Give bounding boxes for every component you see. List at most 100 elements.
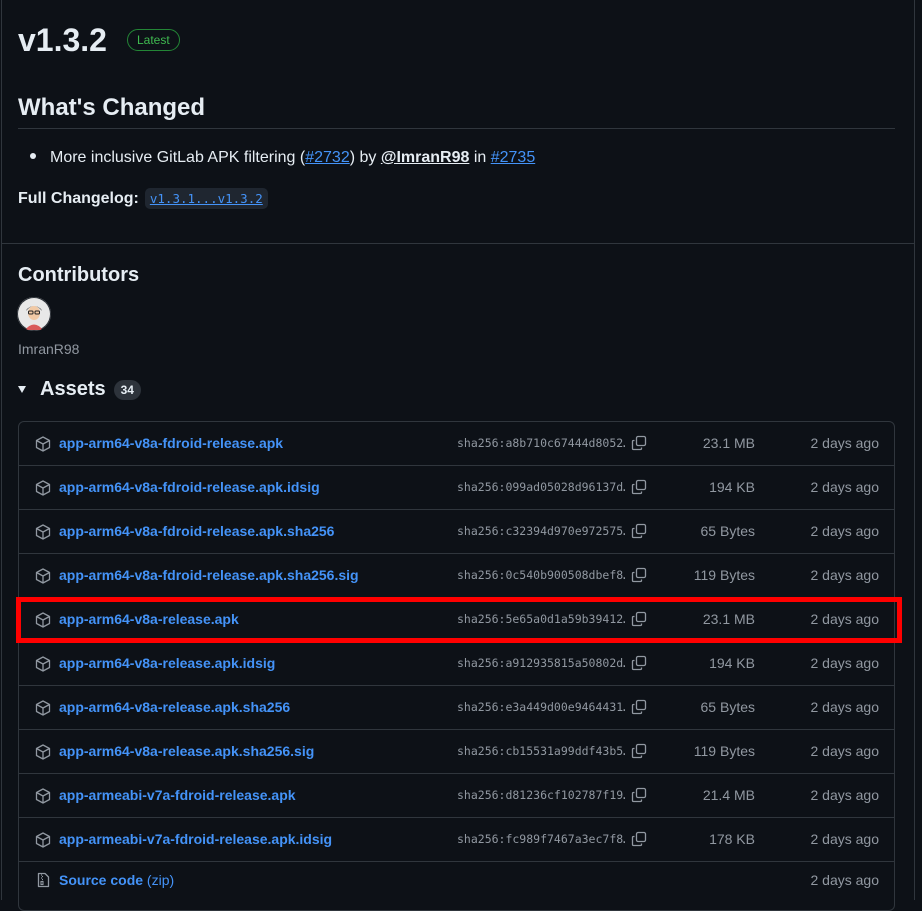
- source-code-date: 2 days ago: [810, 872, 880, 888]
- whats-changed-heading: What's Changed: [18, 94, 895, 129]
- asset-sha: sha256:0c540b900508dbef8…: [457, 568, 625, 582]
- copy-icon[interactable]: [631, 567, 647, 583]
- triangle-down-icon: [18, 386, 26, 393]
- asset-row: app-arm64-v8a-fdroid-release.apk.idsig s…: [19, 466, 894, 510]
- asset-size: 194 KB: [709, 479, 755, 495]
- asset-date: 2 days ago: [810, 479, 880, 495]
- file-zip-icon: [37, 872, 50, 888]
- asset-sha: sha256:c32394d970e972575…: [457, 524, 625, 538]
- full-changelog-link[interactable]: v1.3.1...v1.3.2: [144, 188, 268, 209]
- asset-size: 23.1 MB: [702, 435, 755, 451]
- asset-sha: sha256:a8b710c67444d8052…: [457, 436, 625, 450]
- copy-icon[interactable]: [631, 699, 647, 715]
- asset-sha: sha256:d81236cf102787f19…: [457, 788, 625, 802]
- package-icon: [35, 524, 51, 540]
- copy-icon[interactable]: [631, 655, 647, 671]
- author-link[interactable]: @ImranR98: [381, 149, 470, 166]
- asset-link[interactable]: app-arm64-v8a-fdroid-release.apk.idsig: [59, 479, 320, 495]
- asset-link[interactable]: app-armeabi-v7a-fdroid-release.apk.idsig: [59, 831, 332, 847]
- release-title-row: v1.3.2 Latest: [18, 18, 180, 62]
- change-text-in: in: [469, 149, 491, 166]
- asset-sha: sha256:a912935815a50802d…: [457, 656, 625, 670]
- asset-row: app-arm64-v8a-release.apk.sha256.sig sha…: [19, 730, 894, 774]
- avatar-icon: [17, 297, 51, 331]
- full-changelog: Full Changelog: v1.3.1...v1.3.2: [18, 188, 268, 209]
- asset-sha: sha256:e3a449d00e9464431…: [457, 700, 625, 714]
- assets-toggle[interactable]: Assets 34: [18, 378, 141, 401]
- asset-row: app-arm64-v8a-release.apk.sha256 sha256:…: [19, 686, 894, 730]
- asset-size: 119 Bytes: [693, 743, 755, 759]
- asset-date: 2 days ago: [810, 567, 880, 583]
- asset-date: 2 days ago: [810, 831, 880, 847]
- package-icon: [35, 568, 51, 584]
- pr-link[interactable]: #2732: [305, 149, 350, 166]
- contributors-heading: Contributors: [18, 264, 140, 286]
- asset-size: 65 Bytes: [700, 699, 755, 715]
- full-changelog-label: Full Changelog:: [18, 189, 139, 207]
- source-code-link[interactable]: Source code (zip): [59, 872, 174, 888]
- contributor-avatar[interactable]: [17, 297, 51, 331]
- asset-sha: sha256:099ad05028d96137d…: [457, 480, 625, 494]
- copy-icon[interactable]: [631, 523, 647, 539]
- copy-icon[interactable]: [631, 479, 647, 495]
- bullet: [30, 152, 36, 159]
- asset-date: 2 days ago: [810, 655, 880, 671]
- package-icon: [35, 788, 51, 804]
- source-code-suffix: (zip): [146, 872, 175, 888]
- package-icon: [35, 656, 51, 672]
- asset-row: app-arm64-v8a-fdroid-release.apk.sha256.…: [19, 554, 894, 598]
- section-divider: [2, 243, 914, 244]
- asset-link[interactable]: app-arm64-v8a-release.apk: [59, 611, 239, 627]
- asset-link[interactable]: app-arm64-v8a-fdroid-release.apk.sha256: [59, 523, 334, 539]
- source-code-row: Source code (zip) 2 days ago: [19, 862, 894, 898]
- assets-count-badge: 34: [113, 379, 141, 400]
- contributor-name[interactable]: ImranR98: [18, 341, 79, 357]
- asset-link[interactable]: app-arm64-v8a-release.apk.sha256: [59, 699, 290, 715]
- change-text-mid: ) by: [349, 149, 381, 166]
- asset-size: 65 Bytes: [700, 523, 755, 539]
- copy-icon[interactable]: [631, 787, 647, 803]
- assets-heading: Assets: [40, 378, 106, 400]
- package-icon: [35, 832, 51, 848]
- package-icon: [35, 744, 51, 760]
- asset-row: app-armeabi-v7a-fdroid-release.apk sha25…: [19, 774, 894, 818]
- package-icon: [35, 436, 51, 452]
- copy-icon[interactable]: [631, 611, 647, 627]
- package-icon: [35, 700, 51, 716]
- asset-sha: sha256:5e65a0d1a59b39412…: [457, 612, 625, 626]
- assets-table: app-arm64-v8a-fdroid-release.apk sha256:…: [18, 421, 895, 911]
- change-list-item: More inclusive GitLab APK filtering (#27…: [30, 149, 535, 167]
- change-text-start: More inclusive GitLab APK filtering (: [50, 149, 306, 166]
- copy-icon[interactable]: [631, 831, 647, 847]
- asset-date: 2 days ago: [810, 435, 880, 451]
- asset-sha: sha256:cb15531a99ddf43b5…: [457, 744, 625, 758]
- asset-sha: sha256:fc989f7467a3ec7f8…: [457, 832, 625, 846]
- asset-link[interactable]: app-arm64-v8a-release.apk.sha256.sig: [59, 743, 314, 759]
- asset-row: app-arm64-v8a-fdroid-release.apk sha256:…: [19, 422, 894, 466]
- asset-date: 2 days ago: [810, 787, 880, 803]
- asset-date: 2 days ago: [810, 699, 880, 715]
- asset-date: 2 days ago: [810, 523, 880, 539]
- source-code-label: Source code: [59, 872, 144, 888]
- asset-row: app-arm64-v8a-release.apk.idsig sha256:a…: [19, 642, 894, 686]
- asset-link[interactable]: app-armeabi-v7a-fdroid-release.apk: [59, 787, 296, 803]
- package-icon: [35, 480, 51, 496]
- copy-icon[interactable]: [631, 743, 647, 759]
- asset-row: app-armeabi-v7a-fdroid-release.apk.idsig…: [19, 818, 894, 862]
- merged-pr-link[interactable]: #2735: [491, 149, 536, 166]
- latest-badge: Latest: [126, 29, 180, 51]
- asset-date: 2 days ago: [810, 611, 880, 627]
- package-icon: [35, 612, 51, 628]
- asset-row-highlighted: app-arm64-v8a-release.apk sha256:5e65a0d…: [19, 598, 894, 642]
- asset-size: 194 KB: [709, 655, 755, 671]
- asset-link[interactable]: app-arm64-v8a-fdroid-release.apk: [59, 435, 283, 451]
- asset-size: 178 KB: [709, 831, 755, 847]
- asset-row: app-arm64-v8a-fdroid-release.apk.sha256 …: [19, 510, 894, 554]
- asset-size: 21.4 MB: [702, 787, 755, 803]
- copy-icon[interactable]: [631, 435, 647, 451]
- asset-size: 23.1 MB: [702, 611, 755, 627]
- asset-link[interactable]: app-arm64-v8a-release.apk.idsig: [59, 655, 275, 671]
- asset-size: 119 Bytes: [693, 567, 755, 583]
- asset-link[interactable]: app-arm64-v8a-fdroid-release.apk.sha256.…: [59, 567, 359, 583]
- release-title[interactable]: v1.3.2: [18, 22, 107, 59]
